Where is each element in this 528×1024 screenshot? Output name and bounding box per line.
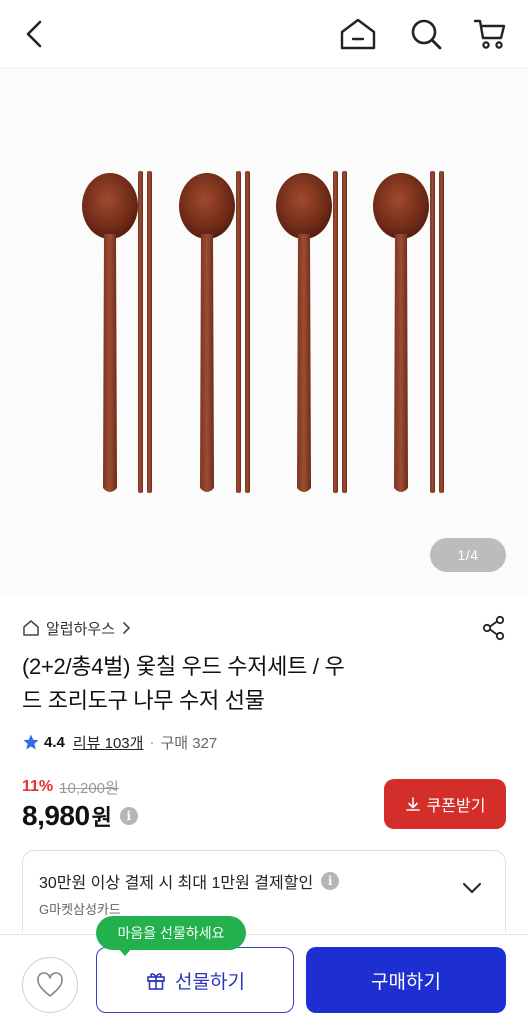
wishlist-button[interactable] (22, 957, 78, 1013)
coupon-button-label: 쿠폰받기 (426, 798, 486, 815)
top-app-bar (0, 0, 528, 68)
price-row: 8,980 원 i (22, 798, 138, 834)
card-discount-text: 30만원 이상 결제 시 최대 1만원 결제할인 (39, 875, 314, 892)
product-image[interactable] (0, 68, 528, 596)
gift-icon (147, 973, 165, 990)
discount-rate: 11% (22, 778, 54, 795)
price-info-icon[interactable]: i (119, 807, 138, 825)
product-title: (2+2/총4벌) 옻칠 우드 수저세트 / 우 드 조리도구 나무 수저 선물 (22, 650, 462, 718)
discount-row: 11% 10,200원 (22, 776, 119, 798)
card-name: G마켓삼성카드 (39, 902, 121, 917)
product-title-line2: 드 조리도구 나무 수저 선물 (22, 688, 265, 713)
search-icon[interactable] (402, 10, 450, 58)
seller-name: 알럽하우스 (46, 620, 116, 638)
review-count-link[interactable]: 리뷰 103개 (73, 732, 144, 753)
heart-icon (37, 972, 63, 997)
sale-price: 8,980 (22, 800, 90, 831)
chevron-down-icon[interactable] (461, 881, 483, 895)
product-title-line1: (2+2/총4벌) 옻칠 우드 수저세트 / 우 (22, 654, 345, 679)
rating-score: 4.4 (44, 733, 65, 751)
home-icon[interactable] (334, 10, 382, 58)
home-outline-icon (23, 620, 39, 636)
coupon-button[interactable]: 쿠폰받기 (384, 779, 506, 829)
gift-button[interactable]: 선물하기 (96, 947, 294, 1013)
cart-icon[interactable] (466, 10, 514, 58)
gift-tooltip-tail (118, 948, 132, 956)
price-unit: 원 (91, 805, 112, 830)
spoon-chopsticks-illustration (82, 171, 444, 493)
card-discount-text-row: 30만원 이상 결제 시 최대 1만원 결제할인 i (39, 869, 340, 893)
gift-button-label: 선물하기 (175, 971, 245, 993)
bottom-action-bar: 선물하기 구매하기 (0, 934, 528, 1024)
gift-tooltip: 마음을 선물하세요 (96, 916, 246, 950)
chevron-right-icon (123, 622, 130, 634)
original-price: 10,200원 (59, 779, 119, 797)
separator-dot: · (149, 733, 155, 751)
card-discount-panel[interactable]: 30만원 이상 결제 시 최대 1만원 결제할인 i G마켓삼성카드 (22, 850, 506, 932)
share-icon[interactable] (480, 614, 508, 642)
purchase-count: 구매 327 (160, 734, 218, 752)
image-pager-indicator: 1/4 (430, 538, 506, 572)
rating-row: 4.4 리뷰 103개 · 구매 327 (22, 730, 217, 754)
download-icon (405, 797, 420, 811)
chevron-left-icon[interactable] (10, 10, 58, 58)
seller-link[interactable]: 알럽하우스 (22, 616, 131, 640)
buy-button[interactable]: 구매하기 (306, 947, 506, 1013)
card-info-icon[interactable]: i (321, 872, 340, 890)
star-icon (23, 734, 39, 750)
